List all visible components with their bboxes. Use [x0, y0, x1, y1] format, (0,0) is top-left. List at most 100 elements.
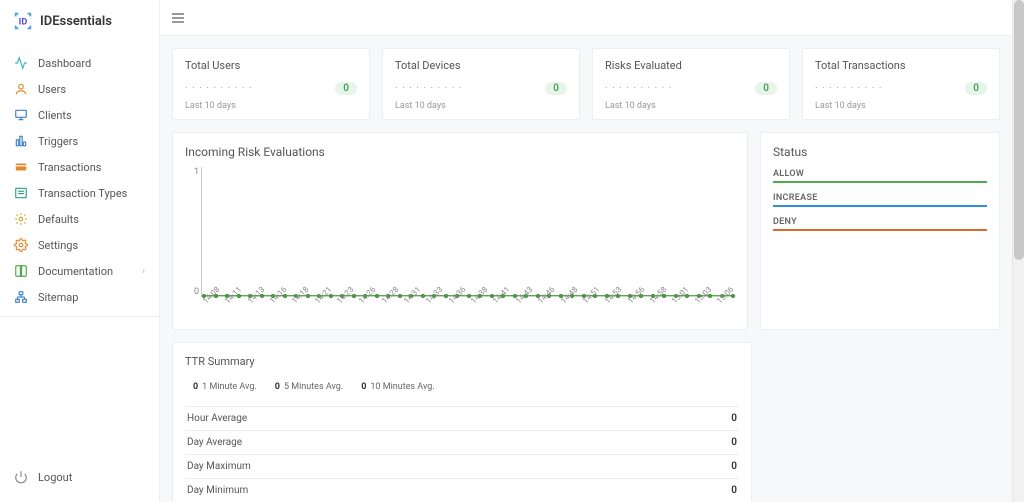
status-item-increase: INCREASE	[773, 193, 987, 207]
user-icon	[14, 82, 28, 96]
status-label: ALLOW	[773, 169, 987, 179]
bar-chart-icon	[14, 134, 28, 148]
ttr-card: TTR Summary 01 Minute Avg. 05 Minutes Av…	[172, 342, 752, 502]
ttr-short-item: 010 Minutes Avg.	[361, 382, 434, 392]
stat-card-risks: Risks Evaluated · · · · · · · · · · 0 La…	[592, 48, 790, 120]
settings-icon	[14, 238, 28, 252]
sparkline-placeholder: · · · · · · · · · ·	[815, 83, 882, 94]
stat-title: Total Transactions	[815, 59, 987, 72]
nav: Dashboard Users Clients Triggers	[0, 42, 159, 460]
chart-ytick: 1	[185, 167, 199, 177]
stat-footer: Last 10 days	[815, 101, 987, 111]
ttr-row-label: Day Average	[187, 437, 242, 448]
nav-separator	[0, 316, 159, 317]
stat-footer: Last 10 days	[395, 101, 567, 111]
brand-logo-icon: ID	[12, 10, 34, 32]
status-label: INCREASE	[773, 193, 987, 203]
sidebar: ID IDEssentials Dashboard Users	[0, 0, 160, 502]
stat-value-badge: 0	[545, 82, 567, 95]
sidebar-item-logout[interactable]: Logout	[0, 464, 159, 490]
book-icon	[14, 264, 28, 278]
sidebar-item-users[interactable]: Users	[0, 76, 159, 102]
brand-name: IDEssentials	[40, 14, 112, 29]
sidebar-item-clients[interactable]: Clients	[0, 102, 159, 128]
status-title: Status	[773, 145, 987, 159]
status-item-deny: DENY	[773, 217, 987, 231]
ttr-table: Hour Average 0 Day Average 0 Day Maximum…	[185, 406, 739, 502]
chart-yaxis: 1 0	[185, 167, 199, 297]
chart-card: Incoming Risk Evaluations 1 0 14:0814:11…	[172, 132, 748, 330]
chevron-right-icon: ›	[142, 266, 145, 277]
stat-value-badge: 0	[335, 82, 357, 95]
ttr-short-item: 01 Minute Avg.	[193, 382, 257, 392]
stat-card-users: Total Users · · · · · · · · · · 0 Last 1…	[172, 48, 370, 120]
sidebar-item-transactions[interactable]: Transactions	[0, 154, 159, 180]
stat-value-badge: 0	[965, 82, 987, 95]
status-card: Status ALLOW INCREASE DENY	[760, 132, 1000, 330]
sidebar-item-label: Dashboard	[38, 57, 91, 70]
sidebar-item-defaults[interactable]: Defaults	[0, 206, 159, 232]
ttr-row-label: Hour Average	[187, 413, 247, 424]
ttr-row-value: 0	[731, 437, 737, 448]
scrollbar-thumb[interactable]	[1014, 0, 1024, 260]
ttr-row: Day Minimum 0	[185, 479, 739, 502]
activity-icon	[14, 56, 28, 70]
sidebar-item-settings[interactable]: Settings	[0, 232, 159, 258]
status-label: DENY	[773, 217, 987, 227]
sitemap-icon	[14, 290, 28, 304]
chart-ytick: 0	[185, 287, 199, 297]
status-bar	[773, 181, 987, 183]
gear-icon	[14, 212, 28, 226]
stat-title: Total Devices	[395, 59, 567, 72]
brand[interactable]: ID IDEssentials	[0, 0, 159, 42]
ttr-row-value: 0	[731, 485, 737, 496]
sidebar-item-label: Logout	[38, 471, 72, 484]
ttr-title: TTR Summary	[185, 355, 739, 368]
status-bar	[773, 205, 987, 207]
ttr-row: Hour Average 0	[185, 407, 739, 431]
svg-text:ID: ID	[19, 18, 28, 28]
ttr-row-label: Day Minimum	[187, 485, 248, 496]
sidebar-item-label: Settings	[38, 239, 78, 252]
stat-title: Risks Evaluated	[605, 59, 777, 72]
stat-title: Total Users	[185, 59, 357, 72]
chart-area: 1 0 14:0814:1114:1314:1614:1814:2114:231…	[185, 167, 735, 317]
scrollbar[interactable]	[1012, 0, 1024, 502]
sidebar-item-label: Clients	[38, 109, 72, 122]
monitor-icon	[14, 108, 28, 122]
main: Total Users · · · · · · · · · · 0 Last 1…	[160, 0, 1012, 502]
topbar	[160, 0, 1012, 36]
menu-toggle-icon[interactable]	[170, 10, 186, 26]
ttr-row-value: 0	[731, 461, 737, 472]
ttr-short-averages: 01 Minute Avg. 05 Minutes Avg. 010 Minut…	[185, 378, 739, 396]
ttr-row: Day Average 0	[185, 431, 739, 455]
sparkline-placeholder: · · · · · · · · · ·	[605, 83, 672, 94]
chart-plot	[201, 167, 735, 297]
chart-xaxis: 14:0814:1114:1314:1614:1814:2114:2314:26…	[201, 299, 735, 317]
status-bar	[773, 229, 987, 231]
stat-card-devices: Total Devices · · · · · · · · · · 0 Last…	[382, 48, 580, 120]
sidebar-item-label: Defaults	[38, 213, 79, 226]
sidebar-item-label: Transaction Types	[38, 187, 127, 200]
stat-footer: Last 10 days	[185, 101, 357, 111]
ttr-row-value: 0	[731, 413, 737, 424]
sidebar-item-label: Documentation	[38, 265, 113, 278]
list-icon	[14, 186, 28, 200]
stat-value-badge: 0	[755, 82, 777, 95]
sidebar-item-documentation[interactable]: Documentation ›	[0, 258, 159, 284]
sidebar-item-transaction-types[interactable]: Transaction Types	[0, 180, 159, 206]
stats-row: Total Users · · · · · · · · · · 0 Last 1…	[172, 48, 1000, 120]
sidebar-item-label: Users	[38, 83, 66, 96]
status-item-allow: ALLOW	[773, 169, 987, 183]
sidebar-item-label: Transactions	[38, 161, 101, 174]
credit-card-icon	[14, 160, 28, 174]
sidebar-item-label: Triggers	[38, 135, 78, 148]
sidebar-item-triggers[interactable]: Triggers	[0, 128, 159, 154]
power-icon	[14, 470, 28, 484]
ttr-row-label: Day Maximum	[187, 461, 251, 472]
sidebar-item-dashboard[interactable]: Dashboard	[0, 50, 159, 76]
chart-title: Incoming Risk Evaluations	[185, 145, 735, 159]
ttr-short-item: 05 Minutes Avg.	[275, 382, 343, 392]
sidebar-item-sitemap[interactable]: Sitemap	[0, 284, 159, 310]
stat-footer: Last 10 days	[605, 101, 777, 111]
